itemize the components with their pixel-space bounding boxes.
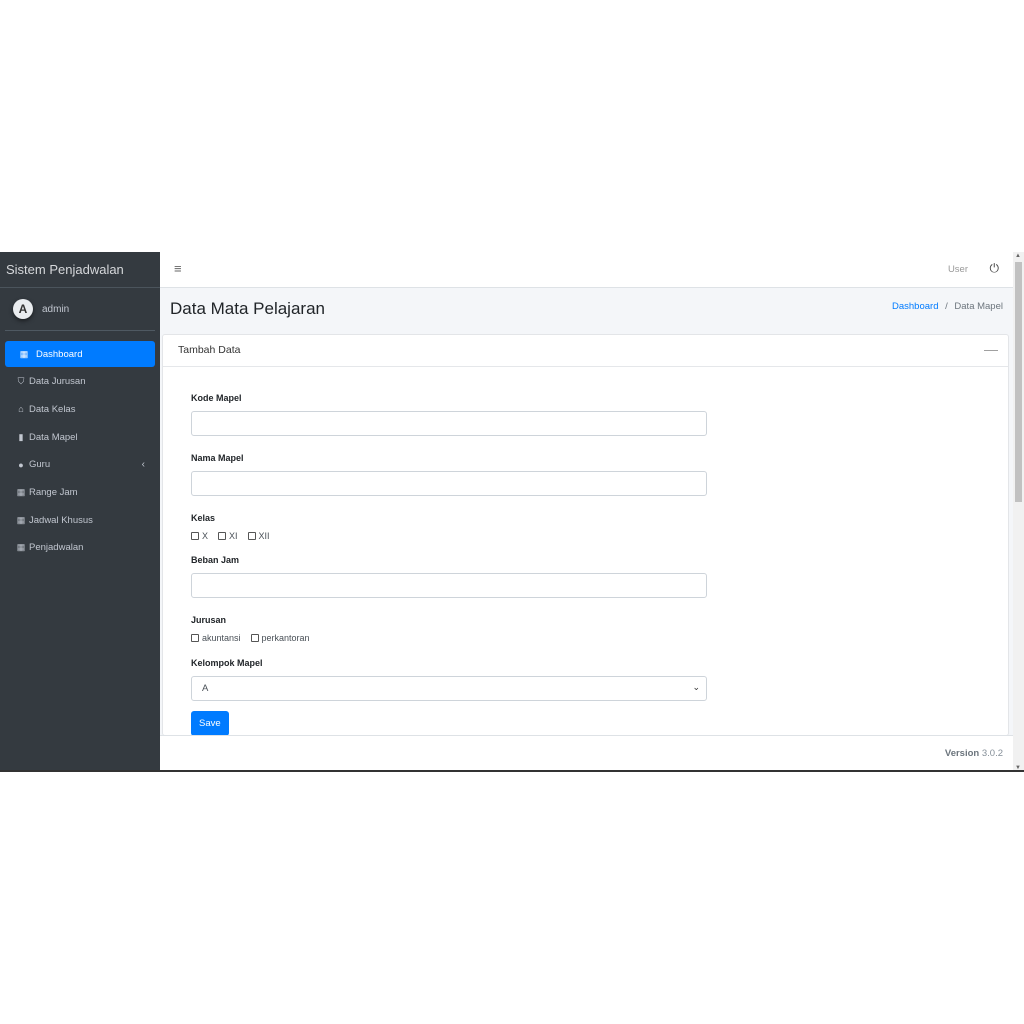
sidebar-item-jadwal-khusus[interactable]: ▦ Jadwal Khusus: [5, 507, 155, 533]
school-icon: ⌂: [18, 404, 24, 415]
select-value: A: [202, 683, 209, 694]
jurusan-checkboxes: akuntansi perkantoran: [191, 633, 980, 643]
sidebar-item-data-kelas[interactable]: ⌂ Data Kelas: [5, 396, 155, 422]
footer: Version 3.0.2: [160, 735, 1013, 770]
add-data-card: Tambah Data — Kode Mapel Nama Mapel Kela…: [162, 334, 1009, 736]
brand-link[interactable]: Sistem Penjadwalan: [0, 252, 160, 288]
beban-jam-input[interactable]: [191, 573, 707, 598]
app-window: Sistem Penjadwalan A admin ▦ Dashboard ⛉ Da…: [0, 252, 1024, 772]
sidebar-item-data-jurusan[interactable]: ⛉ Data Jurusan: [5, 369, 155, 395]
power-icon[interactable]: ⏻: [990, 261, 1000, 276]
sidebar-item-label: Data Jurusan: [29, 376, 86, 388]
sidebar-item-label: Dashboard: [36, 348, 83, 360]
sidebar-item-data-mapel[interactable]: ▮ Data Mapel: [5, 424, 155, 450]
breadcrumb-separator: /: [945, 301, 948, 312]
sidebar: Sistem Penjadwalan A admin ▦ Dashboard ⛉ Da…: [0, 252, 160, 770]
user-icon: ●: [18, 459, 24, 470]
sidebar-item-range-jam[interactable]: ▦ Range Jam: [5, 479, 155, 505]
sidebar-item-label: Jadwal Khusus: [29, 514, 93, 526]
table-icon: ▦: [16, 486, 26, 497]
chevron-left-icon[interactable]: ‹: [142, 459, 145, 470]
sidebar-item-label: Penjadwalan: [29, 542, 84, 554]
save-button[interactable]: Save: [191, 711, 229, 736]
scroll-up-icon[interactable]: ▲: [1015, 253, 1021, 259]
kelompok-mapel-label: Kelompok Mapel: [191, 658, 263, 668]
content-wrapper: Data Mata Pelajaran Dashboard / Data Map…: [160, 288, 1013, 736]
kelas-checkbox-xi[interactable]: XI: [218, 531, 238, 541]
top-navbar: ≡ User ⏻: [160, 252, 1013, 288]
breadcrumb: Dashboard / Data Mapel: [892, 301, 1003, 312]
user-panel[interactable]: A admin: [5, 288, 155, 331]
table-icon: ▦: [16, 514, 26, 525]
scrollbar-thumb[interactable]: [1015, 262, 1022, 502]
kelas-checkbox-xii[interactable]: XII: [247, 531, 270, 541]
jurusan-checkbox-akuntansi[interactable]: akuntansi: [191, 633, 241, 643]
kelompok-mapel-select[interactable]: A ⌄: [191, 676, 707, 701]
sidebar-nav: ▦ Dashboard ⛉ Data Jurusan ⌂ Data Kelas ▮ Data …: [0, 341, 160, 561]
beban-jam-label: Beban Jam: [191, 555, 240, 565]
chevron-down-icon: ⌄: [692, 682, 700, 692]
kode-mapel-label: Kode Mapel: [191, 393, 242, 403]
scroll-down-icon[interactable]: ▼: [1015, 765, 1021, 770]
collapse-icon[interactable]: —: [984, 341, 998, 357]
sidebar-item-label: Data Kelas: [29, 403, 76, 415]
user-name[interactable]: admin: [42, 304, 69, 315]
kelas-label: Kelas: [191, 513, 216, 523]
jurusan-checkbox-perkantoran[interactable]: perkantoran: [250, 633, 310, 643]
breadcrumb-current: Data Mapel: [954, 301, 1003, 312]
nama-mapel-label: Nama Mapel: [191, 453, 244, 463]
th-icon: ▦: [19, 348, 29, 359]
card-title: Tambah Data: [178, 344, 241, 356]
table-icon: ▦: [16, 542, 26, 553]
menu-toggle-icon[interactable]: ≡: [174, 261, 182, 276]
avatar: A: [13, 299, 33, 319]
nama-mapel-input[interactable]: [191, 471, 707, 496]
sidebar-item-label: Data Mapel: [29, 431, 78, 443]
shield-icon: ⛉: [17, 376, 25, 387]
kode-mapel-input[interactable]: [191, 411, 707, 436]
kelas-checkboxes: X XI XII: [191, 531, 980, 541]
jurusan-label: Jurusan: [191, 615, 227, 625]
sidebar-item-dashboard[interactable]: ▦ Dashboard: [5, 341, 155, 367]
kelas-checkbox-x[interactable]: X: [191, 531, 208, 541]
page-title: Data Mata Pelajaran: [170, 299, 325, 318]
version-info: Version 3.0.2: [944, 748, 1003, 759]
sidebar-item-label: Guru: [29, 459, 51, 471]
sidebar-item-penjadwalan[interactable]: ▦ Penjadwalan: [5, 535, 155, 561]
breadcrumb-dashboard[interactable]: Dashboard: [892, 301, 938, 312]
book-open-icon: ▮: [18, 431, 24, 442]
user-link[interactable]: User: [948, 264, 968, 275]
sidebar-item-guru[interactable]: ● Guru ‹: [5, 452, 155, 478]
scrollbar[interactable]: ▲ ▼: [1013, 252, 1024, 770]
sidebar-item-label: Range Jam: [29, 486, 78, 498]
mapel-form: Kode Mapel Nama Mapel Kelas X XI XII Beb…: [163, 367, 1008, 762]
card-header: Tambah Data —: [163, 335, 1008, 367]
